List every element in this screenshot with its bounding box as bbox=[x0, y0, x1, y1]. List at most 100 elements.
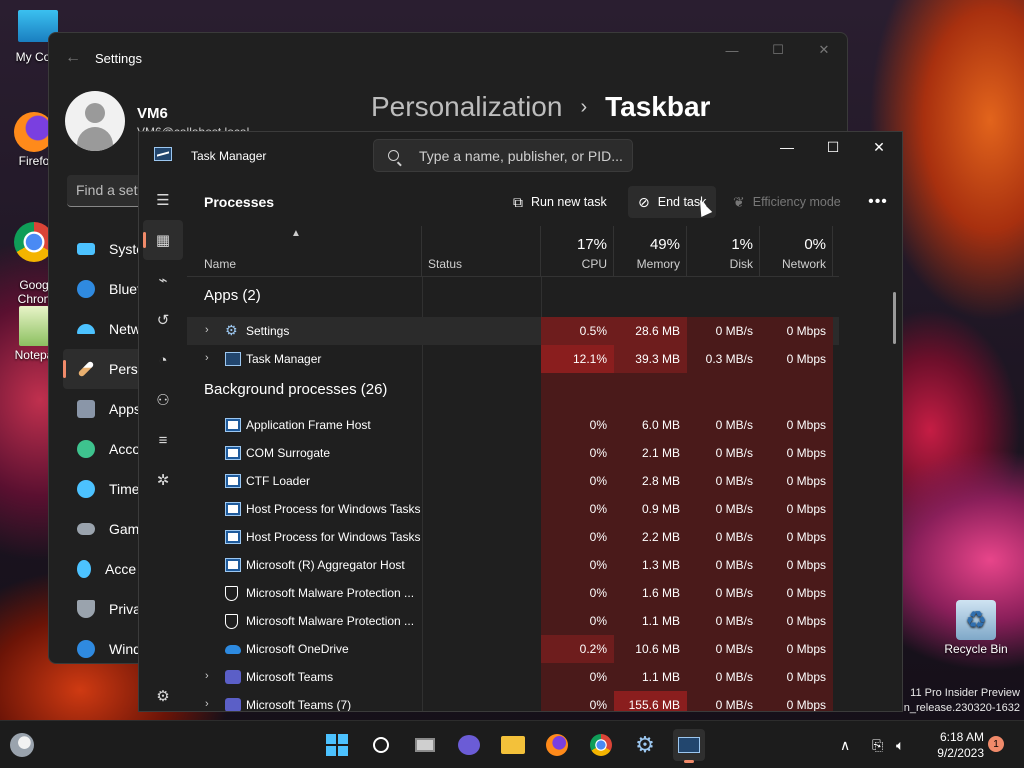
cpu-cell: 0.2% bbox=[541, 635, 614, 663]
chevron-right-icon[interactable]: › bbox=[205, 352, 209, 364]
process-name: Host Process for Windows Tasks bbox=[246, 502, 421, 516]
process-row[interactable]: Microsoft OneDrive 0.2% 10.6 MB 0 MB/s 0 Mbp… bbox=[187, 635, 839, 663]
nav-item-label: Netw bbox=[109, 321, 141, 337]
network-total-percent: 0% bbox=[804, 236, 826, 253]
group-header-apps[interactable]: Apps (2) bbox=[204, 287, 261, 304]
services-tab-icon[interactable]: ✲ bbox=[139, 460, 187, 500]
avatar[interactable] bbox=[65, 91, 125, 151]
memory-cell: 1.6 MB bbox=[614, 579, 687, 607]
minimize-icon[interactable]: — bbox=[709, 33, 755, 67]
app-history-tab-icon[interactable]: ↺ bbox=[139, 300, 187, 340]
maximize-icon[interactable]: ☐ bbox=[755, 33, 801, 67]
gamepad-icon bbox=[77, 523, 95, 535]
weather-widget-icon[interactable] bbox=[10, 733, 34, 757]
back-arrow-icon[interactable]: ← bbox=[65, 49, 95, 67]
teams-icon bbox=[225, 698, 241, 711]
process-row[interactable]: COM Surrogate 0% 2.1 MB 0 MB/s 0 Mbps bbox=[187, 439, 839, 467]
process-row[interactable]: › ⚙ Settings 0.5% 28.6 MB 0 MB/s 0 Mbps bbox=[187, 317, 839, 345]
process-row[interactable]: Application Frame Host 0% 6.0 MB 0 MB/s 0 Mb… bbox=[187, 411, 839, 439]
disk-cell: 0 MB/s bbox=[687, 663, 760, 691]
volume-icon[interactable]: 🔈︎ bbox=[896, 721, 904, 768]
details-tab-icon[interactable]: ≡ bbox=[139, 420, 187, 460]
memory-cell: 2.2 MB bbox=[614, 523, 687, 551]
cpu-cell: 0% bbox=[541, 607, 614, 635]
start-button[interactable] bbox=[321, 729, 353, 761]
run-new-task-button[interactable]: ⧉ Run new task bbox=[503, 186, 617, 218]
window-frame-icon bbox=[225, 558, 241, 572]
network-cell: 0 Mbps bbox=[760, 551, 833, 579]
disk-cell: 0 MB/s bbox=[687, 411, 760, 439]
chevron-right-icon: › bbox=[580, 95, 588, 118]
task-manager-button[interactable] bbox=[673, 729, 705, 763]
process-list: Apps (2) Background processes (26) › ⚙ Set… bbox=[187, 277, 839, 711]
minimize-icon[interactable]: — bbox=[764, 132, 810, 162]
close-icon[interactable]: ✕ bbox=[801, 33, 847, 67]
breadcrumb-personalization[interactable]: Personalization bbox=[371, 91, 562, 123]
tray-overflow-chevron-icon[interactable]: ∧ bbox=[840, 721, 850, 768]
memory-cell: 155.6 MB bbox=[614, 691, 687, 711]
column-header-status[interactable]: Status bbox=[422, 226, 541, 276]
column-header-memory[interactable]: 49% Memory bbox=[614, 226, 687, 276]
settings-button[interactable]: ⚙ bbox=[629, 729, 661, 761]
memory-cell: 28.6 MB bbox=[614, 317, 687, 345]
process-row[interactable]: › Task Manager 12.1% 39.3 MB 0.3 MB/s 0 Mbps bbox=[187, 345, 839, 373]
column-header-disk[interactable]: 1% Disk bbox=[687, 226, 760, 276]
chevron-right-icon[interactable]: › bbox=[205, 698, 209, 710]
processes-tab-icon[interactable]: ▦ bbox=[143, 220, 183, 260]
efficiency-mode-button[interactable]: ❦ Efficiency mode bbox=[723, 186, 851, 218]
process-search-input[interactable]: Type a name, publisher, or PID... bbox=[373, 139, 633, 172]
settings-gear-icon[interactable]: ⚙ bbox=[139, 676, 187, 711]
network-cell: 0 Mbps bbox=[760, 411, 833, 439]
users-tab-icon[interactable]: ⚇ bbox=[139, 380, 187, 420]
network-icon[interactable]: ⎘ bbox=[872, 721, 883, 768]
column-label: Memory bbox=[636, 257, 680, 271]
group-header-background-processes[interactable]: Background processes (26) bbox=[204, 381, 387, 398]
task-view-button[interactable] bbox=[409, 729, 441, 761]
taskbar: ⚙ ∧ ⎘ 🔈︎ 6:18 AM 9/2/2023 bbox=[0, 720, 1024, 768]
task-manager-titlebar[interactable]: Task Manager Type a name, publisher, or … bbox=[139, 132, 902, 180]
process-row[interactable]: › Microsoft Teams 0% 1.1 MB 0 MB/s 0 Mbps bbox=[187, 663, 839, 691]
process-row[interactable]: Microsoft (R) Aggregator Host 0% 1.3 MB 0 M… bbox=[187, 551, 839, 579]
chrome-button[interactable] bbox=[585, 729, 617, 761]
maximize-icon[interactable]: ☐ bbox=[810, 132, 856, 162]
notification-badge[interactable]: 1 bbox=[988, 736, 1004, 752]
system-monitor-icon bbox=[77, 243, 95, 255]
process-row[interactable]: Host Process for Windows Tasks 0% 0.9 MB 0 … bbox=[187, 495, 839, 523]
processes-toolbar: Processes ⧉ Run new task ⊘ End task ❦ Ef… bbox=[187, 180, 902, 226]
close-icon[interactable]: ✕ bbox=[856, 132, 902, 162]
process-row[interactable]: CTF Loader 0% 2.8 MB 0 MB/s 0 Mbps bbox=[187, 467, 839, 495]
process-row[interactable]: Host Process for Windows Tasks 0% 2.2 MB 0 … bbox=[187, 523, 839, 551]
chevron-right-icon[interactable]: › bbox=[205, 670, 209, 682]
shield-icon bbox=[225, 614, 238, 629]
disk-cell: 0 MB/s bbox=[687, 691, 760, 711]
memory-cell: 6.0 MB bbox=[614, 411, 687, 439]
column-header-name[interactable]: ▲ Name bbox=[187, 226, 422, 276]
task-manager-window[interactable]: Task Manager Type a name, publisher, or … bbox=[138, 131, 903, 712]
recycle-bin-icon bbox=[956, 600, 996, 640]
system-clock[interactable]: 6:18 AM 9/2/2023 bbox=[926, 729, 984, 761]
process-row[interactable]: Microsoft Malware Protection ... 0% 1.6 MB… bbox=[187, 579, 839, 607]
window-frame-icon bbox=[225, 530, 241, 544]
more-options-icon[interactable]: ••• bbox=[860, 186, 896, 218]
person-icon bbox=[77, 440, 95, 458]
memory-cell: 0.9 MB bbox=[614, 495, 687, 523]
desktop-icon-recycle-bin[interactable]: Recycle Bin bbox=[940, 600, 1012, 656]
accessibility-icon bbox=[77, 560, 91, 578]
file-explorer-button[interactable] bbox=[497, 729, 529, 761]
process-row[interactable]: › Microsoft Teams (7) 0% 155.6 MB 0 MB/s 0 Mb… bbox=[187, 691, 839, 711]
search-button[interactable] bbox=[365, 729, 397, 761]
network-cell: 0 Mbps bbox=[760, 467, 833, 495]
chrome-icon bbox=[590, 734, 612, 756]
firefox-button[interactable] bbox=[541, 729, 573, 761]
memory-cell: 1.1 MB bbox=[614, 663, 687, 691]
user-name: VM6 bbox=[137, 105, 168, 122]
hamburger-menu-icon[interactable]: ☰ bbox=[139, 180, 187, 220]
teams-chat-button[interactable] bbox=[453, 729, 485, 761]
column-header-cpu[interactable]: 17% CPU bbox=[541, 226, 614, 276]
scrollbar-thumb[interactable] bbox=[893, 292, 896, 344]
process-row[interactable]: Microsoft Malware Protection ... 0% 1.1 MB… bbox=[187, 607, 839, 635]
startup-apps-tab-icon[interactable]: ◔ bbox=[139, 340, 187, 380]
chevron-right-icon[interactable]: › bbox=[205, 324, 209, 336]
column-header-network[interactable]: 0% Network bbox=[760, 226, 833, 276]
performance-tab-icon[interactable]: ⌁ bbox=[139, 260, 187, 300]
